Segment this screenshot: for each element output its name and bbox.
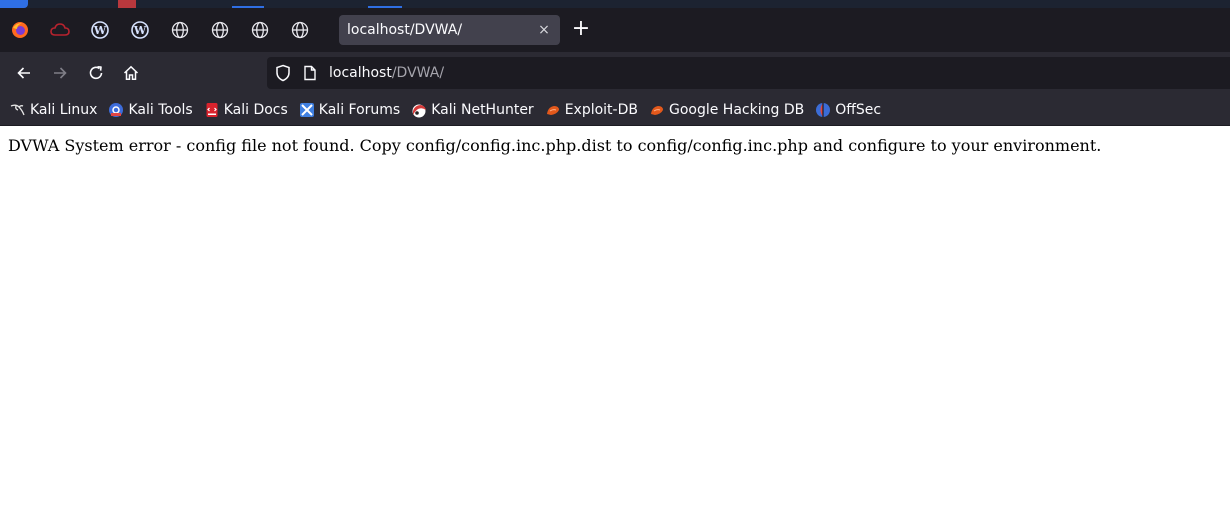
exploit-db-icon [545, 102, 561, 118]
nethunter-icon [411, 102, 427, 118]
svg-text:W: W [93, 24, 107, 37]
back-button[interactable] [9, 60, 39, 86]
kali-forums-icon [299, 102, 315, 118]
offsec-icon [815, 102, 831, 118]
kali-tools-icon [108, 102, 124, 118]
bookmark-label: Exploit-DB [564, 101, 638, 118]
url-path: /DVWA/ [391, 65, 445, 81]
bookmark-label: Kali NetHunter [431, 101, 534, 118]
page-content: DVWA System error - config file not foun… [0, 126, 1230, 165]
error-message: DVWA System error - config file not foun… [8, 136, 1102, 155]
bookmark-kali-docs[interactable]: Kali Docs [204, 98, 288, 122]
globe-icon[interactable] [280, 8, 320, 52]
bookmark-kali-nethunter[interactable]: Kali NetHunter [411, 98, 534, 122]
new-tab-button[interactable]: + [568, 18, 594, 42]
active-tab[interactable]: localhost/DVWA/ × [339, 15, 560, 45]
forward-button[interactable] [45, 60, 75, 86]
kali-docs-icon [204, 102, 220, 118]
page-info-icon[interactable] [303, 65, 317, 85]
bookmark-label: OffSec [835, 101, 882, 118]
desktop-taskbar-strip [0, 0, 1230, 8]
wordpress-icon[interactable]: W [80, 8, 120, 52]
navigation-toolbar: localhost/DVWA/ [0, 52, 1230, 94]
bookmarks-toolbar: Kali Linux Kali Tools Kali Docs Kali For… [0, 94, 1230, 126]
url-bar[interactable]: localhost/DVWA/ [267, 57, 1230, 89]
kali-dragon-icon [10, 102, 26, 118]
globe-icon[interactable] [200, 8, 240, 52]
bookmark-offsec[interactable]: OffSec [815, 98, 881, 122]
url-host: localhost [329, 65, 392, 81]
active-tab-title: localhost/DVWA/ [347, 22, 463, 38]
globe-icon[interactable] [160, 8, 200, 52]
tracking-protection-shield-icon[interactable] [275, 64, 291, 86]
reload-button[interactable] [81, 60, 111, 86]
bookmark-exploit-db[interactable]: Exploit-DB [545, 98, 638, 122]
globe-icon[interactable] [240, 8, 280, 52]
bookmark-label: Kali Docs [223, 101, 288, 118]
bookmark-label: Kali Tools [128, 101, 193, 118]
bookmark-label: Kali Forums [318, 101, 401, 118]
firefox-icon[interactable] [0, 8, 40, 52]
tab-strip: W W localhost/DVWA/ × + [0, 8, 1230, 52]
url-text[interactable]: localhost/DVWA/ [329, 63, 444, 83]
bookmark-kali-linux[interactable]: Kali Linux [10, 98, 97, 122]
bookmark-google-hacking-db[interactable]: Google Hacking DB [649, 98, 804, 122]
home-button[interactable] [116, 60, 146, 86]
bookmark-kali-tools[interactable]: Kali Tools [108, 98, 193, 122]
bookmark-kali-forums[interactable]: Kali Forums [299, 98, 400, 122]
cloud-icon[interactable] [40, 8, 80, 52]
bookmark-label: Kali Linux [30, 101, 98, 118]
bookmark-label: Google Hacking DB [668, 101, 805, 118]
ghdb-icon [649, 102, 665, 118]
svg-text:W: W [133, 24, 147, 37]
wordpress-icon[interactable]: W [120, 8, 160, 52]
close-tab-icon[interactable]: × [536, 22, 552, 38]
